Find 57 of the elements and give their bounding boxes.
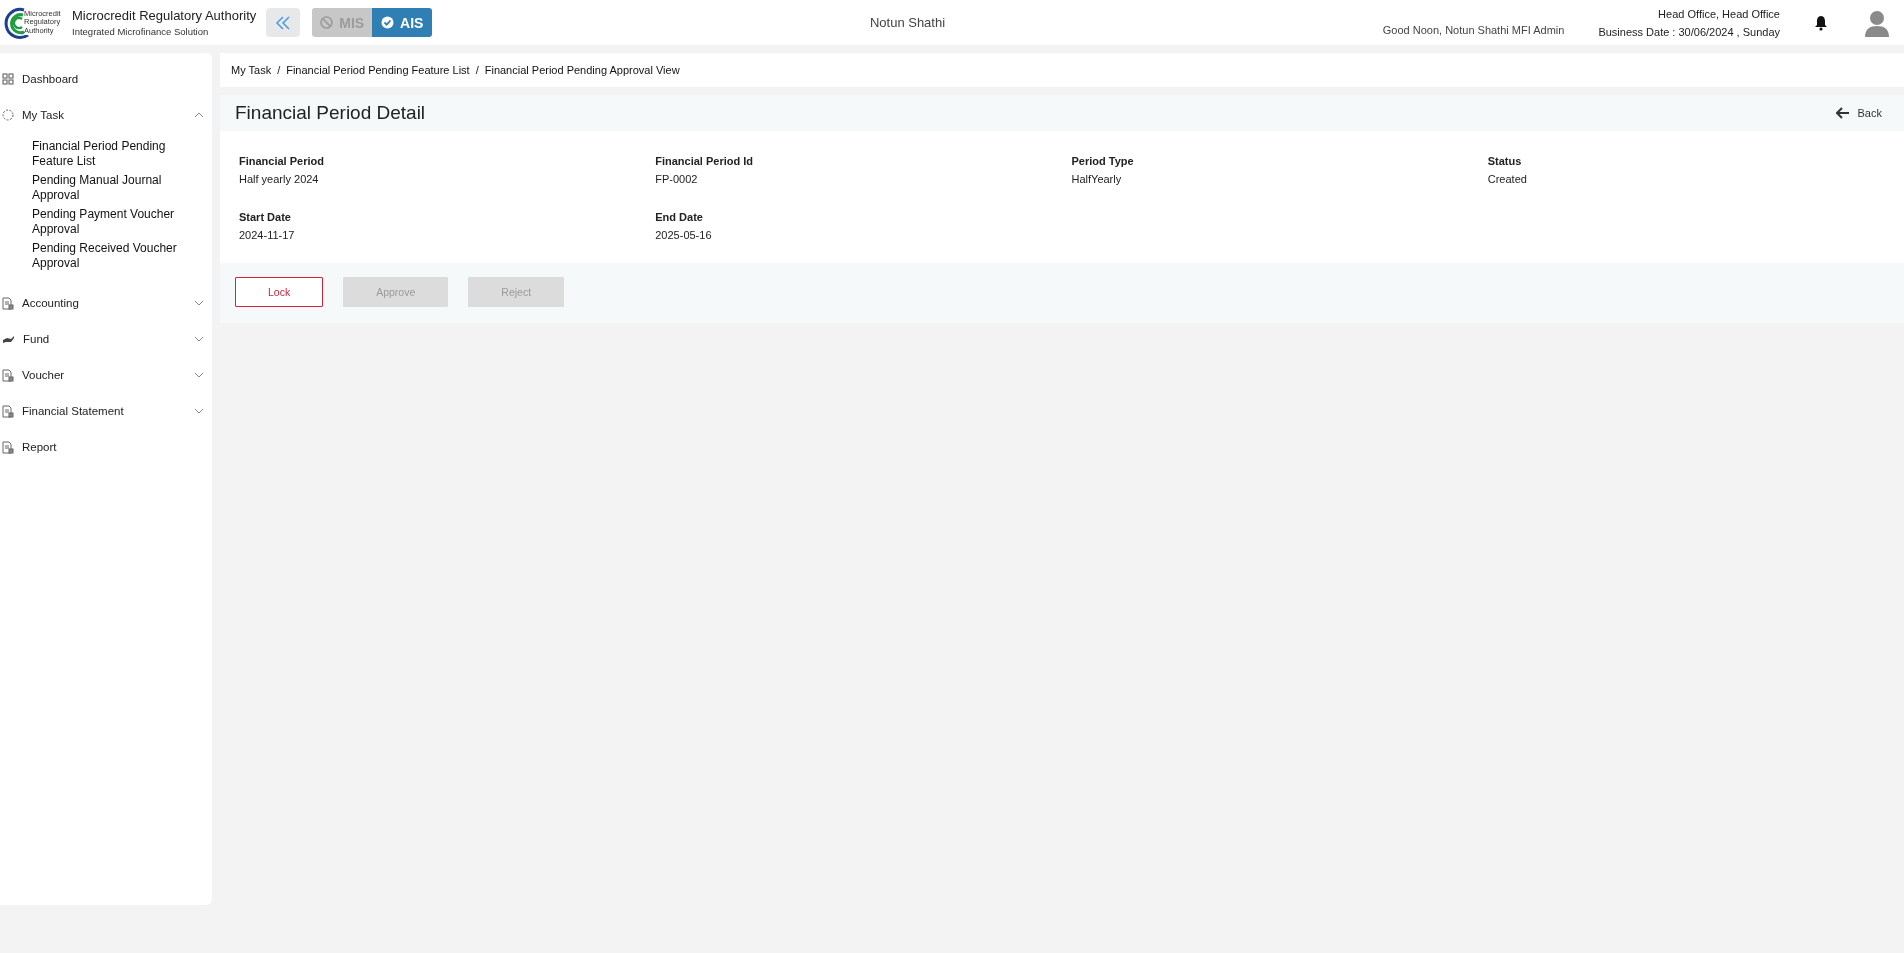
arrow-left-icon (1835, 107, 1850, 119)
chevron-icon (194, 300, 204, 306)
check-circle-icon (381, 16, 395, 29)
submenu-item[interactable]: Financial Period Pending Feature List (32, 139, 194, 169)
sidebar-item[interactable]: Financial Statement (0, 393, 212, 429)
chevron-icon (194, 372, 204, 378)
sidebar-item[interactable]: Fund (0, 321, 212, 357)
chevron-icon (194, 112, 204, 118)
action-button[interactable]: Lock (235, 277, 324, 307)
double-chevron-left-icon (275, 15, 292, 30)
breadcrumb-link[interactable]: Financial Period Pending Feature List (286, 64, 470, 76)
blocked-icon (320, 16, 334, 29)
field-label: Start Date (239, 211, 292, 223)
chevron-icon (194, 408, 204, 414)
submenu-item[interactable]: Pending Payment Voucher Approval (32, 207, 194, 237)
document-icon (2, 440, 14, 454)
field-label: Status (1487, 155, 1523, 167)
back-link[interactable]: Back (1835, 107, 1882, 119)
sidebar-item[interactable]: Dashboard (0, 61, 212, 97)
submenu-item[interactable]: Pending Manual Journal Approval (32, 173, 194, 203)
field-value: 2025-05-16 (655, 229, 713, 241)
field-value: HalfYearly (1071, 173, 1123, 185)
submenu-item[interactable]: Pending Received Voucher Approval (32, 241, 194, 271)
field-value: 2024-11-17 (239, 229, 296, 241)
app-subtitle: Integrated Microfinance Solution (72, 26, 210, 37)
organization-name: Notun Shathi (868, 15, 947, 30)
notification-bell-icon[interactable] (1814, 14, 1828, 31)
card-title: Financial Period Detail (235, 102, 426, 124)
document-icon (2, 404, 14, 418)
business-date: Business Date : 30/06/2024 , Sunday (1598, 25, 1780, 38)
greeting-text: Good Noon, Notun Shathi MFI Admin (1382, 24, 1565, 36)
collapse-sidebar-button[interactable] (266, 8, 301, 37)
field-label: Financial Period Id (655, 155, 755, 167)
chevron-icon (194, 336, 204, 342)
document-icon (2, 368, 14, 382)
hand-icon (2, 334, 15, 344)
field-label: Period Type (1071, 155, 1135, 167)
module-toggle[interactable]: AIS (372, 8, 433, 37)
field-label: End Date (655, 211, 704, 223)
breadcrumb-link[interactable]: Financial Period Pending Approval View (484, 64, 680, 76)
sidebar-item[interactable]: My Task (0, 97, 212, 133)
document-icon (2, 296, 14, 310)
field-label: Financial Period (239, 155, 325, 167)
sidebar-item[interactable]: Voucher (0, 357, 212, 393)
field-value: Created (1487, 173, 1528, 185)
breadcrumb-separator: / (475, 64, 479, 76)
field-value: FP-0002 (655, 173, 699, 185)
breadcrumb-link[interactable]: My Task (231, 64, 272, 76)
sidebar-item[interactable]: Report (0, 429, 212, 465)
office-name: Head Office, Head Office (1658, 7, 1780, 20)
grid-icon (2, 73, 14, 85)
app-title: Microcredit Regulatory Authority (72, 8, 257, 23)
field-value: Half yearly 2024 (239, 173, 320, 185)
sidebar-item[interactable]: Accounting (0, 285, 212, 321)
breadcrumb-separator: / (277, 64, 281, 76)
loading-icon (2, 109, 14, 121)
user-avatar-icon[interactable] (1864, 8, 1890, 37)
